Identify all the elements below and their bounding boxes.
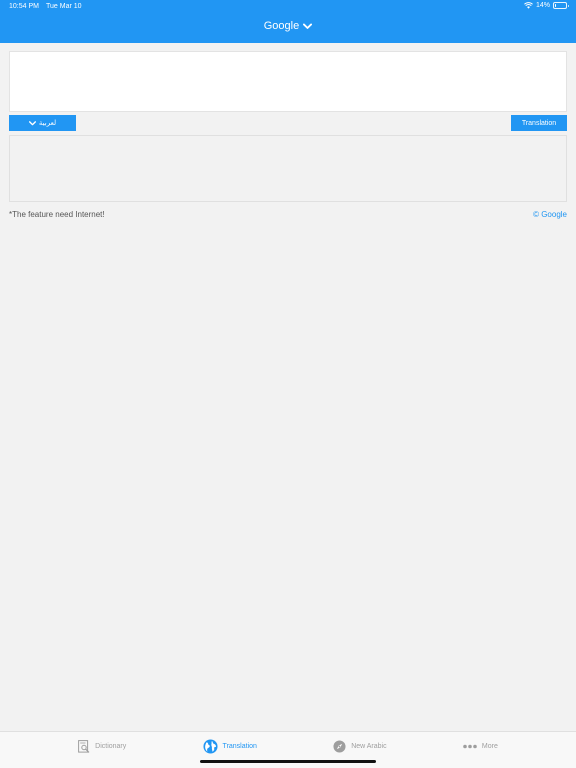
engine-title: Google [263,20,300,32]
translate-controls: لعربية Translation [9,115,567,131]
tab-label: Translation [222,742,257,750]
internet-notice: *The feature need Internet! [9,210,105,219]
status-bar: 10:54 PM Tue Mar 10 14% [0,0,576,14]
translate-button[interactable]: Translation [511,115,567,131]
home-indicator [200,760,376,763]
chevron-down-icon [303,23,313,29]
engine-selector[interactable]: Google [0,20,576,32]
tab-dictionary[interactable]: Dictionary [78,738,126,754]
google-credit-link[interactable]: © Google [533,210,567,219]
globe-icon [203,738,218,754]
dictionary-icon [78,739,90,753]
chevron-down-icon [28,120,36,125]
compass-icon [333,739,346,753]
status-date: Tue Mar 10 [46,3,82,10]
tab-label: New Arabic [351,742,387,750]
battery-fill [555,4,557,7]
language-select-button[interactable]: لعربية [9,115,76,131]
header: 10:54 PM Tue Mar 10 14% Google [0,0,576,43]
status-time: 10:54 PM [9,3,39,10]
status-right: 14% [524,2,569,9]
source-text-input[interactable] [9,51,567,112]
language-label: لعربية [38,119,57,127]
more-icon [463,744,477,748]
tab-label: Dictionary [95,742,127,750]
tab-more[interactable]: More [463,738,498,754]
tab-new-arabic[interactable]: New Arabic [333,738,387,754]
screen: 10:54 PM Tue Mar 10 14% Google لعربية Tr… [0,0,576,768]
tab-translation[interactable]: Translation [203,738,257,754]
battery-icon [553,2,569,9]
wifi-icon [524,2,533,9]
battery-percent: 14% [535,2,550,9]
tab-label: More [481,742,498,750]
translation-output [9,135,567,202]
